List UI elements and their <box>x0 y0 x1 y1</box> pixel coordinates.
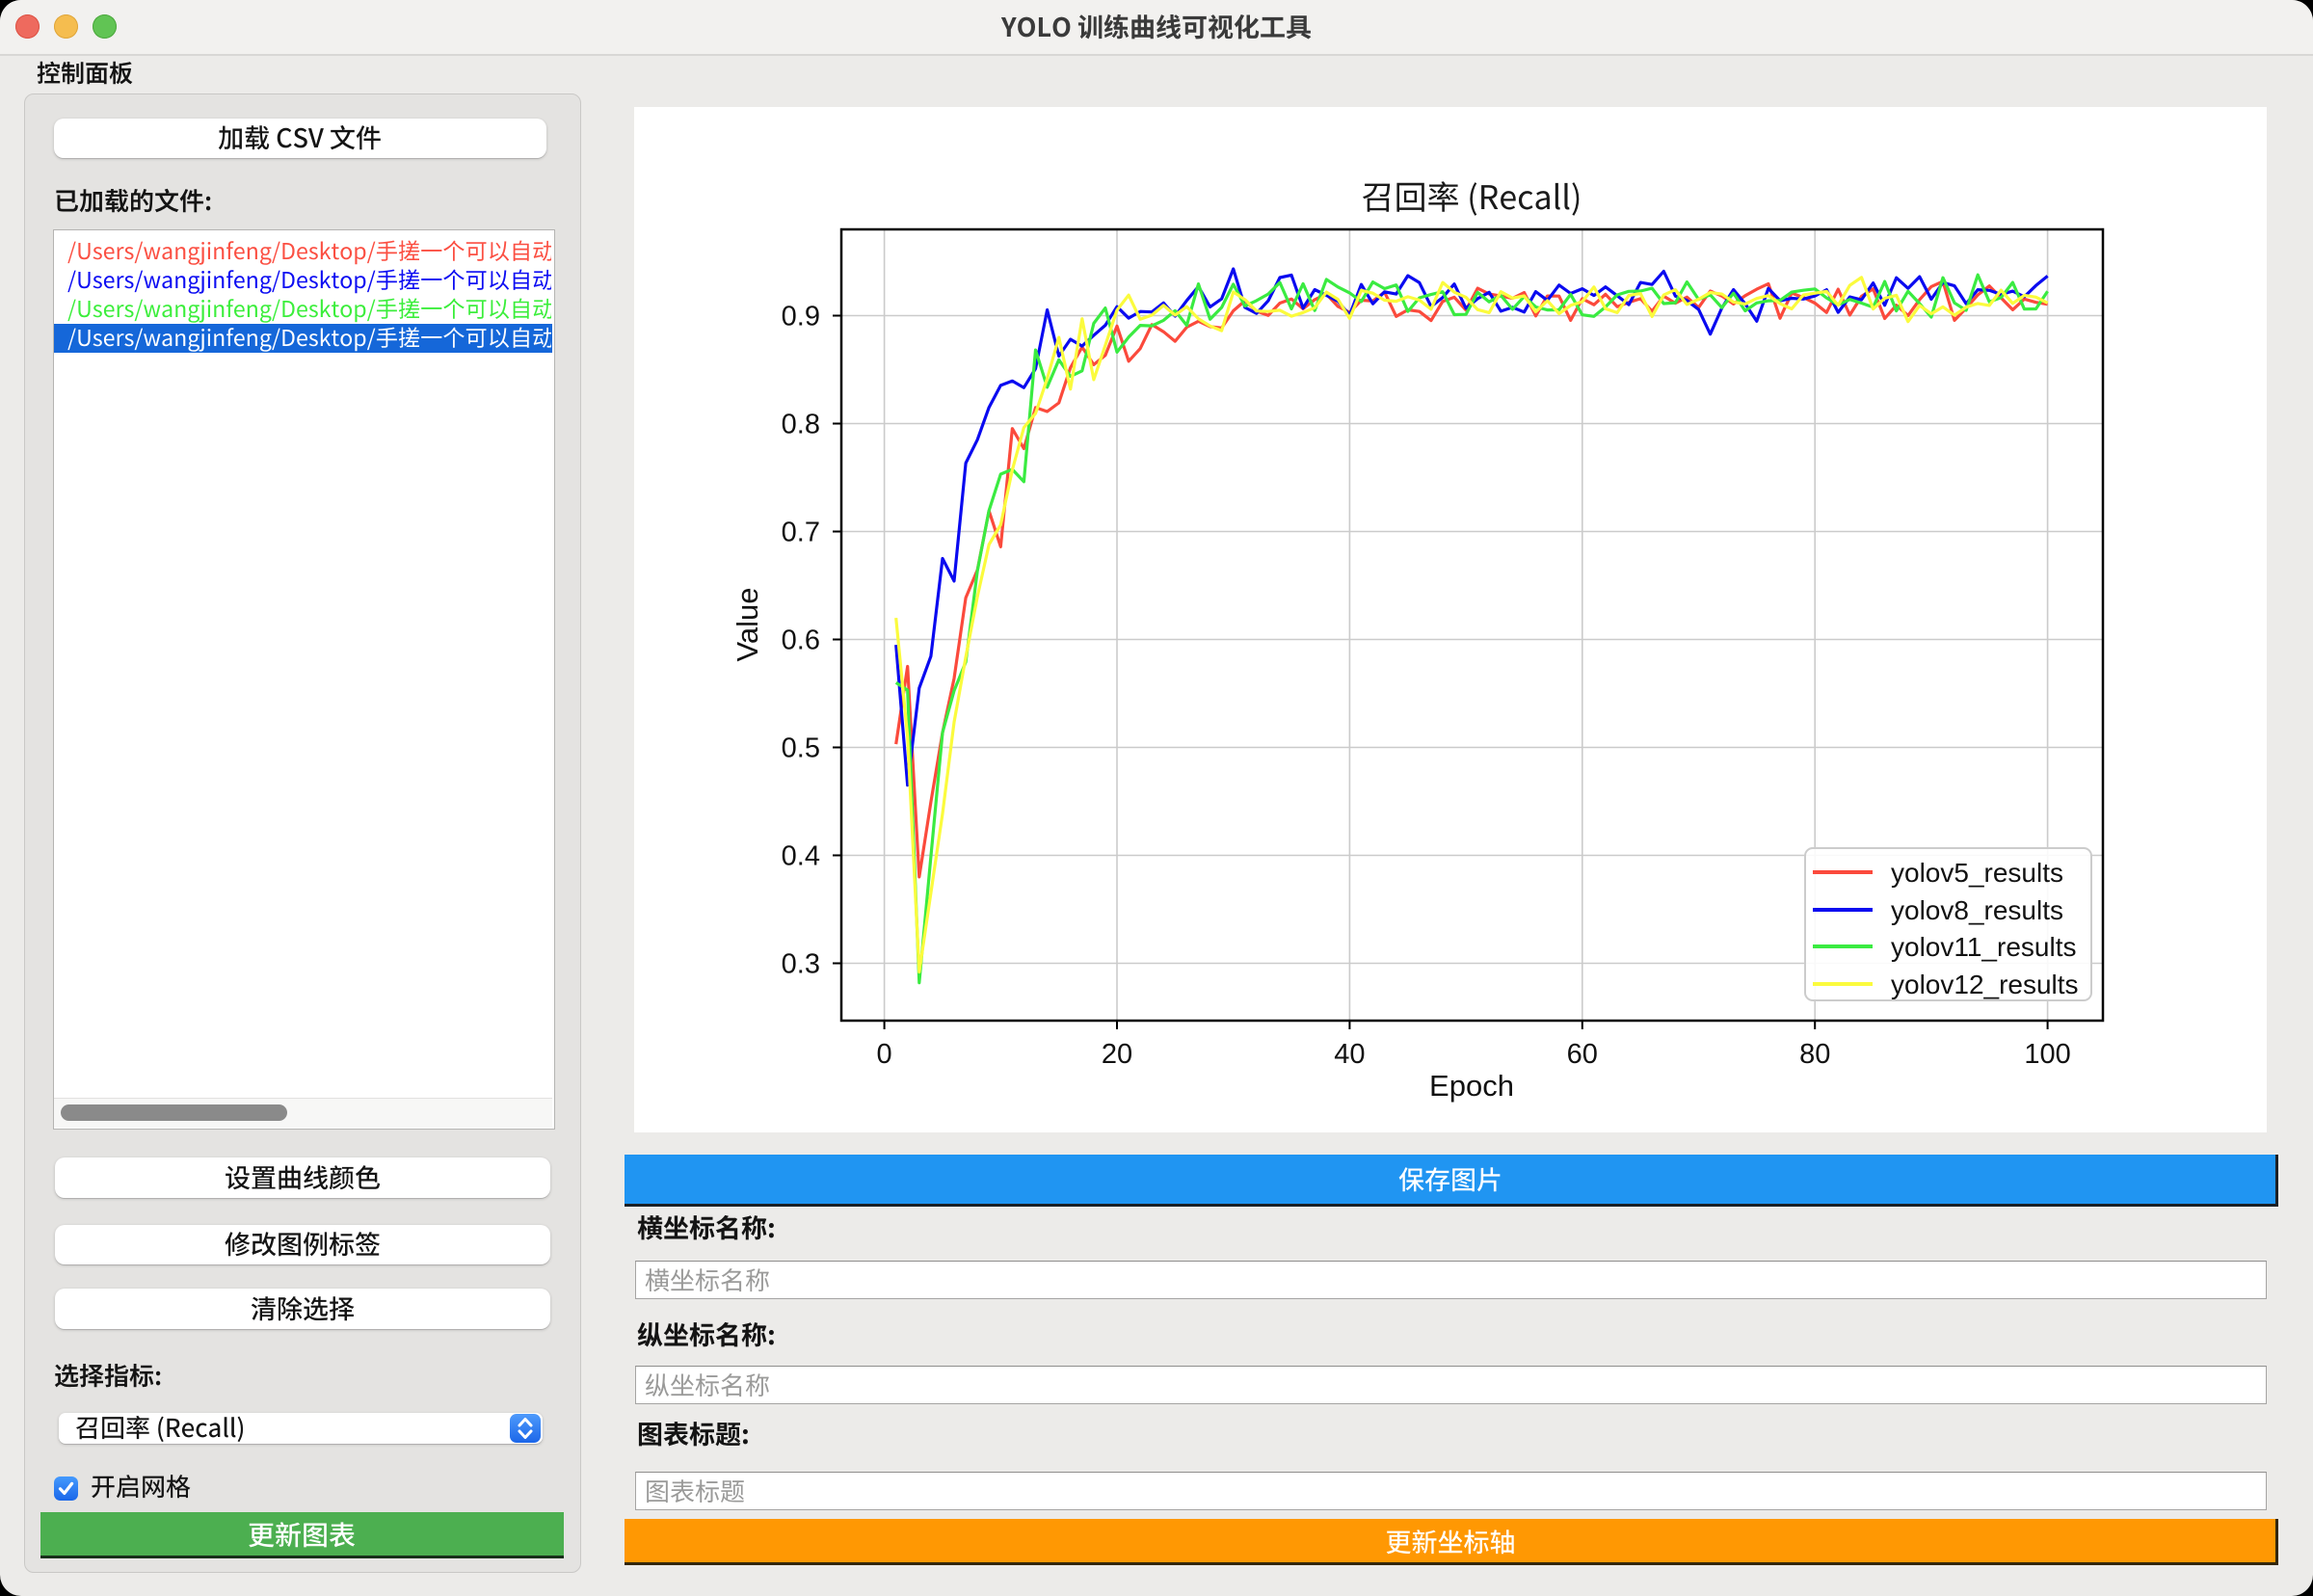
svg-text:0.5: 0.5 <box>782 733 820 764</box>
svg-text:0.4: 0.4 <box>782 841 820 872</box>
svg-text:yolov5_results: yolov5_results <box>1891 858 2063 888</box>
svg-text:60: 60 <box>1567 1039 1598 1070</box>
svg-text:Value: Value <box>731 588 764 662</box>
svg-text:Epoch: Epoch <box>1429 1069 1514 1103</box>
svg-text:0.3: 0.3 <box>782 949 820 980</box>
svg-text:0.9: 0.9 <box>782 302 820 332</box>
svg-text:yolov8_results: yolov8_results <box>1891 895 2063 925</box>
svg-text:0.6: 0.6 <box>782 625 820 656</box>
svg-text:0.7: 0.7 <box>782 518 820 548</box>
svg-text:0: 0 <box>877 1039 892 1070</box>
svg-text:20: 20 <box>1102 1039 1132 1070</box>
svg-text:yolov11_results: yolov11_results <box>1891 932 2076 962</box>
svg-text:40: 40 <box>1334 1039 1365 1070</box>
svg-text:yolov12_results: yolov12_results <box>1891 970 2079 999</box>
svg-text:0.8: 0.8 <box>782 410 820 440</box>
svg-text:80: 80 <box>1799 1039 1830 1070</box>
svg-text:100: 100 <box>2024 1039 2070 1070</box>
